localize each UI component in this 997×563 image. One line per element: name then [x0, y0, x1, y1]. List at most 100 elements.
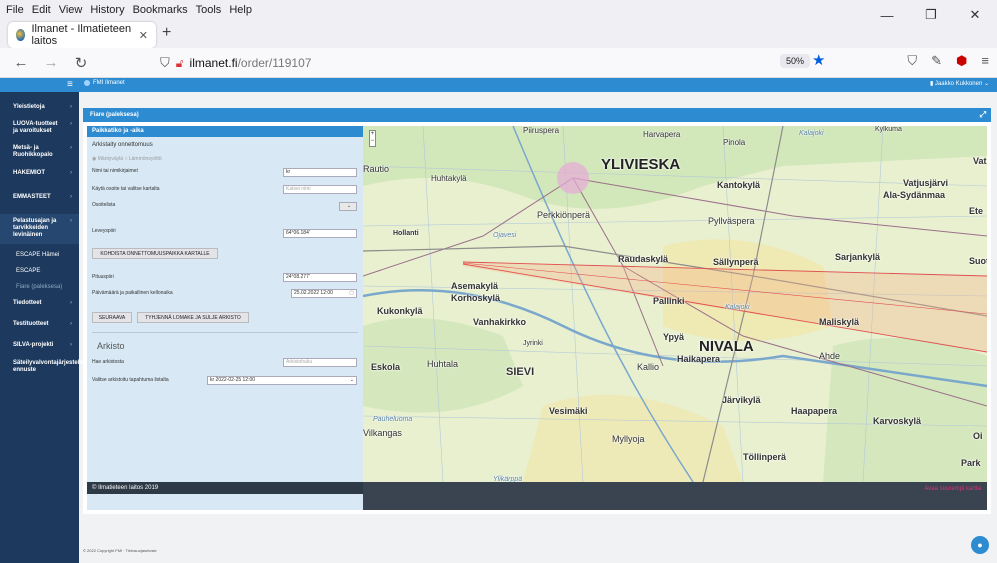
sidebar-item-hakemiot[interactable]: HAKEMIOT › [0, 170, 79, 177]
expand-panel-icon[interactable]: ⤢ [980, 110, 986, 120]
map-label: Vat [973, 156, 987, 166]
archive-search-label: Hae arkistosta [92, 359, 124, 365]
datetime-input[interactable]: 25.02.2022 12:00 ▢ [291, 289, 357, 298]
menu-view[interactable]: View [59, 4, 83, 16]
map-label: Eskola [371, 362, 401, 372]
close-tab-icon[interactable]: ✕ [139, 29, 148, 42]
map-label: Töllinperä [743, 452, 787, 462]
pocket-icon[interactable]: ⛉ [907, 53, 917, 69]
calendar-icon[interactable]: ▢ [349, 290, 354, 297]
map-label: Pallinki [653, 296, 685, 306]
sidebar-item-escape[interactable]: ESCAPE [0, 268, 79, 275]
next-button[interactable]: SEURAAVA [92, 312, 132, 323]
map-label: SIEVI [506, 366, 535, 378]
map-label: Harvapera [643, 130, 681, 139]
sidebar-toggle-icon[interactable]: ≡ [67, 79, 73, 90]
menu-history[interactable]: History [90, 4, 124, 16]
radio-group: ◉ Mäntyväylä ○ Lämmönsyöttö [92, 156, 162, 162]
browser-tab[interactable]: Ilmanet - Ilmatieteen laitos ✕ [8, 22, 156, 48]
map-label: Karvoskylä [873, 416, 922, 426]
map-water-label: Ojavesi [493, 232, 517, 239]
map-view[interactable]: + − YLIVIESKA NIVALA Kantokylä Pyllväsper… [363, 126, 987, 510]
sidebar-item-escape-hamei[interactable]: ESCAPE Hämei [0, 252, 79, 259]
forward-icon[interactable]: → [42, 54, 60, 71]
map-label: Korhoskylä [451, 293, 501, 303]
browser-menubar: File Edit View History Bookmarks Tools H… [0, 0, 997, 20]
tab-bar: Ilmanet - Ilmatieteen laitos ✕ + [0, 20, 997, 48]
app-root: ≡ FMI Ilmanet ▮ Jaakko Kukkonen ⌄ Yleist… [0, 78, 997, 563]
map-label: YLIVIESKA [601, 156, 681, 173]
extension-icon[interactable]: ✎ [931, 53, 942, 69]
map-water-label: Kalajoki [725, 304, 750, 311]
zoom-in-icon[interactable]: + [370, 131, 375, 138]
map-label: Perkkiönperä [537, 210, 591, 220]
map-label: Ala-Sydänmaa [883, 190, 946, 200]
url-text[interactable]: ilmanet.fi/order/119107 [190, 56, 312, 70]
map-label: Rautio [363, 164, 390, 174]
user-menu[interactable]: ▮ Jaakko Kukkonen ⌄ [930, 80, 989, 87]
name-input[interactable]: kr [283, 168, 357, 177]
address-label: Käytä osoite tai valitse kartalta [92, 186, 160, 192]
open-map-link[interactable]: Avaa suurempi kartta [924, 486, 981, 492]
sidebar-item-pelastus[interactable]: Pelastusajan ja tarvikkeiden levinäinen › [0, 214, 79, 244]
main-content: Fiare (paleksesa) ⤢ Paikkatiko ja -aika … [79, 92, 997, 563]
nav-bar: ← → ↻ ⛉ 🔓︎ ilmanet.fi/order/119107 50% ★… [0, 48, 997, 78]
address-list-select[interactable]: ⌄ [339, 202, 357, 211]
zoom-out-icon[interactable]: − [370, 138, 375, 145]
back-icon[interactable]: ← [12, 54, 30, 71]
panel-body: Paikkatiko ja -aika Arkistaity onnettomu… [83, 122, 991, 514]
menu-tools[interactable]: Tools [196, 4, 222, 16]
sidebar-item-metsapalo[interactable]: Metsä- ja Ruohikkopalo › [0, 145, 79, 159]
archive-select[interactable]: kr 2022-02-25 12:00 ⌄ [207, 376, 357, 385]
ublock-icon[interactable]: ⬢ [956, 53, 967, 69]
radio-1[interactable]: ◉ Mäntyväylä [92, 156, 123, 162]
sidebar-item-tiedotteet[interactable]: Tiedotteet › [0, 300, 79, 307]
latitude-label: Leveyspiiri [92, 228, 116, 234]
archive-search-input[interactable]: Arkistohaku [283, 358, 357, 367]
bookmark-star-icon[interactable]: ★ [812, 51, 825, 69]
page-footer: © 2022 Copyright FMI · Tietosuojaseloste [83, 548, 157, 553]
url-bar[interactable]: ⛉ 🔓︎ ilmanet.fi/order/119107 [150, 51, 830, 75]
sidebar-item-luova[interactable]: LUOVA-tuotteet ja varoitukset › [0, 121, 79, 135]
sidebar-item-sateily[interactable]: Säteilyvalvontajärjestelmä, ennuste › [0, 360, 90, 374]
map-label: Vanhakirkko [473, 317, 527, 327]
radio-2[interactable]: ○ Lämmönsyöttö [124, 156, 161, 162]
address-input[interactable]: Katsei nimi [283, 185, 357, 194]
zoom-level[interactable]: 50% [780, 54, 811, 68]
reload-icon[interactable]: ↻ [72, 54, 90, 72]
sidebar-item-fiare[interactable]: Fiare (paleksesa) [0, 284, 79, 291]
menu-bookmarks[interactable]: Bookmarks [133, 4, 188, 16]
favicon-icon [16, 29, 26, 41]
section-divider [92, 332, 358, 333]
sidebar-item-emmasteet[interactable]: EMMASTEET › [0, 194, 79, 201]
archived-accident-label: Arkistaity onnettomuus [92, 142, 153, 148]
menu-file[interactable]: File [6, 4, 24, 16]
latitude-input[interactable]: 64°06.184' [283, 229, 357, 238]
menu-help[interactable]: Help [229, 4, 252, 16]
sidebar-item-yleistietoja[interactable]: Yleistietoja › [0, 104, 79, 111]
menu-edit[interactable]: Edit [32, 4, 51, 16]
sidebar-item-silva[interactable]: SILVA-projekti › [0, 342, 79, 349]
chevron-down-icon: ⌄ [346, 203, 352, 209]
clear-form-button[interactable]: TYHJENNÄ LOMAKE JA SULJE ARKISTO [137, 312, 249, 323]
app-topbar: ≡ FMI Ilmanet ▮ Jaakko Kukkonen ⌄ [0, 78, 997, 92]
locate-on-map-button[interactable]: KOHDISTA ONNETTOMUUSPAIKKA KARTALLE [92, 248, 218, 259]
menu-hamburger-icon[interactable]: ≡ [981, 53, 989, 69]
map-zoom-control[interactable]: + − [369, 130, 376, 147]
map-label: Huhtakylä [431, 174, 467, 183]
app-brand[interactable]: FMI Ilmanet [84, 80, 125, 86]
map-label: Hollanti [393, 230, 419, 237]
map-label: Haapapera [791, 406, 838, 416]
map-label: Sarjankylä [835, 252, 881, 262]
tracking-shield-icon[interactable]: ⛉ [160, 55, 170, 71]
longitude-input[interactable]: 24°08.277' [283, 273, 357, 282]
map-label: NIVALA [699, 338, 754, 355]
chat-bubble-icon[interactable]: ● [971, 536, 989, 554]
datetime-label: Päivämäärä ja paikallinen kellonaika [92, 290, 173, 296]
name-label: Nimi tai nimikirjaimet [92, 168, 138, 174]
map-label: Vesimäki [549, 406, 588, 416]
insecure-lock-icon[interactable]: 🔓︎ [176, 56, 184, 71]
longitude-label: Pituuspiiri [92, 274, 114, 280]
new-tab-icon[interactable]: + [162, 24, 171, 42]
sidebar-item-testituotteet[interactable]: Testituotteet › [0, 321, 79, 328]
